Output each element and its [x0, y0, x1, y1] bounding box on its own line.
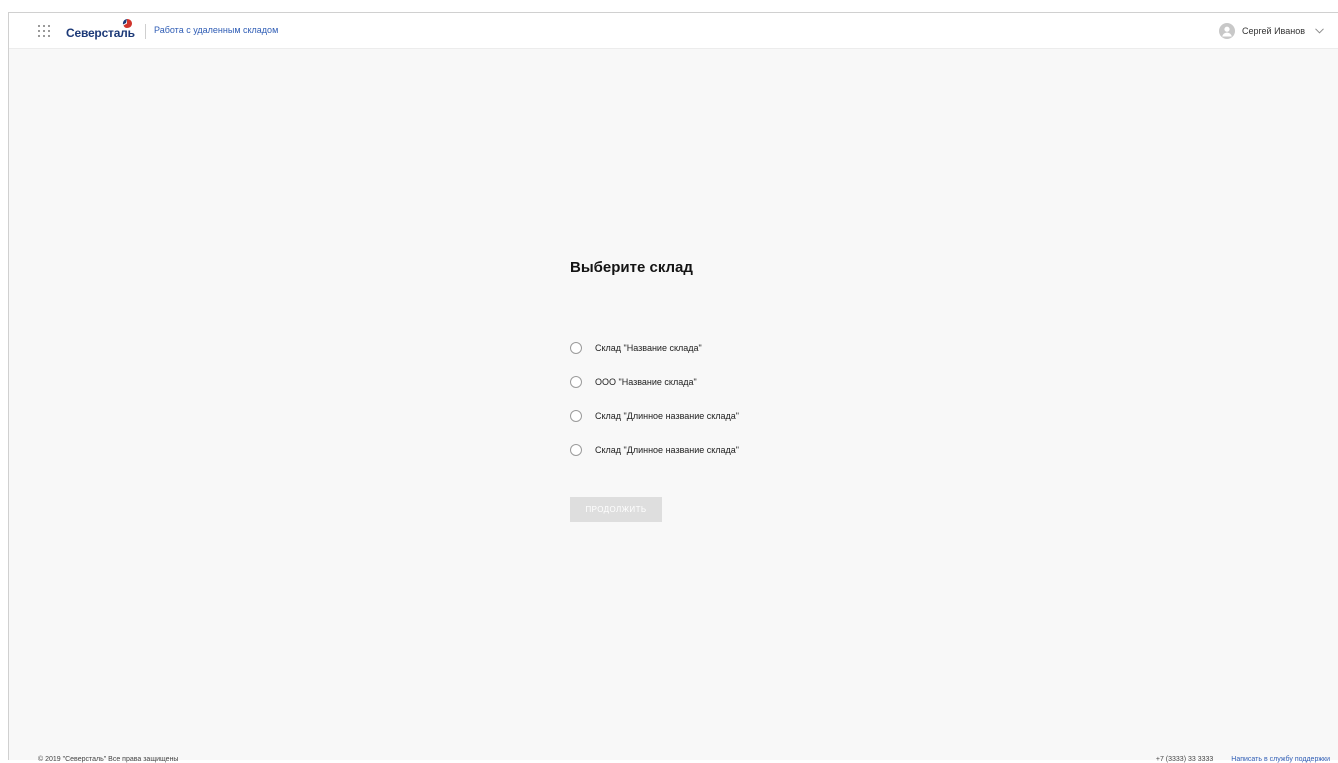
apps-grid-icon[interactable] [38, 25, 50, 37]
continue-button[interactable]: ПРОДОЛЖИТЬ [570, 497, 662, 522]
header-divider [145, 24, 146, 39]
top-bar: Северсталь Работа с удаленным складом Се… [9, 13, 1338, 49]
radio-button[interactable] [570, 444, 582, 456]
radio-button[interactable] [570, 376, 582, 388]
radio-button[interactable] [570, 342, 582, 354]
warehouse-option[interactable]: Склад "Длинное название склада" [570, 399, 870, 433]
user-name: Сергей Иванов [1241, 26, 1305, 36]
user-avatar-icon [1218, 23, 1235, 39]
warehouse-radio-group: Склад "Название склада" ООО "Название ск… [570, 331, 870, 467]
brand-mark-icon [122, 19, 132, 28]
warehouse-option[interactable]: ООО "Название склада" [570, 365, 870, 399]
warehouse-option-label: Склад "Длинное название склада" [595, 411, 740, 421]
app-subtitle: Работа с удаленным складом [154, 25, 279, 35]
warehouse-option[interactable]: Склад "Длинное название склада" [570, 433, 870, 467]
warehouse-option[interactable]: Склад "Название склада" [570, 331, 870, 365]
warehouse-option-label: ООО "Название склада" [595, 377, 697, 387]
app-window: Северсталь Работа с удаленным складом Се… [8, 12, 1338, 763]
chevron-down-icon [1315, 28, 1324, 34]
warehouse-option-label: Склад "Длинное название склада" [595, 445, 740, 455]
warehouse-option-label: Склад "Название склада" [595, 343, 702, 353]
brand-name: Северсталь [66, 26, 135, 40]
user-menu[interactable]: Сергей Иванов [1218, 22, 1324, 40]
radio-button[interactable] [570, 410, 582, 422]
page-title: Выберите склад [570, 259, 693, 276]
